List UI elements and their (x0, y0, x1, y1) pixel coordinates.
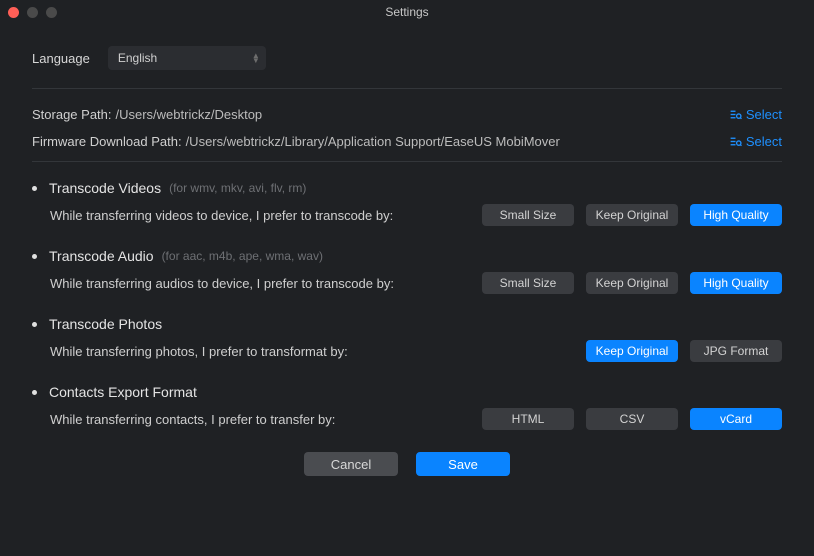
bullet-icon (32, 254, 37, 259)
contacts-vcard-button[interactable]: vCard (690, 408, 782, 430)
firmware-path-select-button[interactable]: Select (729, 134, 782, 149)
storage-path-value: /Users/webtrickz/Desktop (116, 107, 729, 122)
contacts-format-desc: While transferring contacts, I prefer to… (50, 412, 335, 427)
divider (32, 88, 782, 89)
videos-high-quality-button[interactable]: High Quality (690, 204, 782, 226)
select-stepper-icon: ▲▼ (252, 53, 260, 63)
language-select[interactable]: English ▲▼ (108, 46, 266, 70)
contacts-format-title: Contacts Export Format (49, 384, 197, 400)
bullet-icon (32, 390, 37, 395)
select-link-label: Select (746, 107, 782, 122)
save-button[interactable]: Save (416, 452, 510, 476)
transcode-videos-title: Transcode Videos (49, 180, 161, 196)
transcode-audio-hint: (for aac, m4b, ape, wma, wav) (162, 249, 323, 263)
audio-high-quality-button[interactable]: High Quality (690, 272, 782, 294)
titlebar: Settings (0, 0, 814, 24)
window-title: Settings (0, 5, 814, 19)
browse-icon (729, 108, 742, 121)
language-value: English (118, 51, 157, 65)
transcode-photos-desc: While transferring photos, I prefer to t… (50, 344, 348, 359)
bullet-icon (32, 186, 37, 191)
videos-small-size-button[interactable]: Small Size (482, 204, 574, 226)
bullet-icon (32, 322, 37, 327)
audio-small-size-button[interactable]: Small Size (482, 272, 574, 294)
language-label: Language (32, 51, 90, 66)
firmware-path-label: Firmware Download Path: (32, 134, 182, 149)
select-link-label: Select (746, 134, 782, 149)
divider (32, 161, 782, 162)
photos-keep-original-button[interactable]: Keep Original (586, 340, 678, 362)
photos-jpg-format-button[interactable]: JPG Format (690, 340, 782, 362)
contacts-csv-button[interactable]: CSV (586, 408, 678, 430)
firmware-path-value: /Users/webtrickz/Library/Application Sup… (186, 134, 729, 149)
transcode-videos-desc: While transferring videos to device, I p… (50, 208, 393, 223)
videos-keep-original-button[interactable]: Keep Original (586, 204, 678, 226)
cancel-button[interactable]: Cancel (304, 452, 398, 476)
audio-keep-original-button[interactable]: Keep Original (586, 272, 678, 294)
browse-icon (729, 135, 742, 148)
transcode-audio-desc: While transferring audios to device, I p… (50, 276, 394, 291)
transcode-audio-title: Transcode Audio (49, 248, 154, 264)
transcode-videos-hint: (for wmv, mkv, avi, flv, rm) (169, 181, 306, 195)
storage-path-select-button[interactable]: Select (729, 107, 782, 122)
transcode-photos-title: Transcode Photos (49, 316, 162, 332)
contacts-html-button[interactable]: HTML (482, 408, 574, 430)
storage-path-label: Storage Path: (32, 107, 112, 122)
